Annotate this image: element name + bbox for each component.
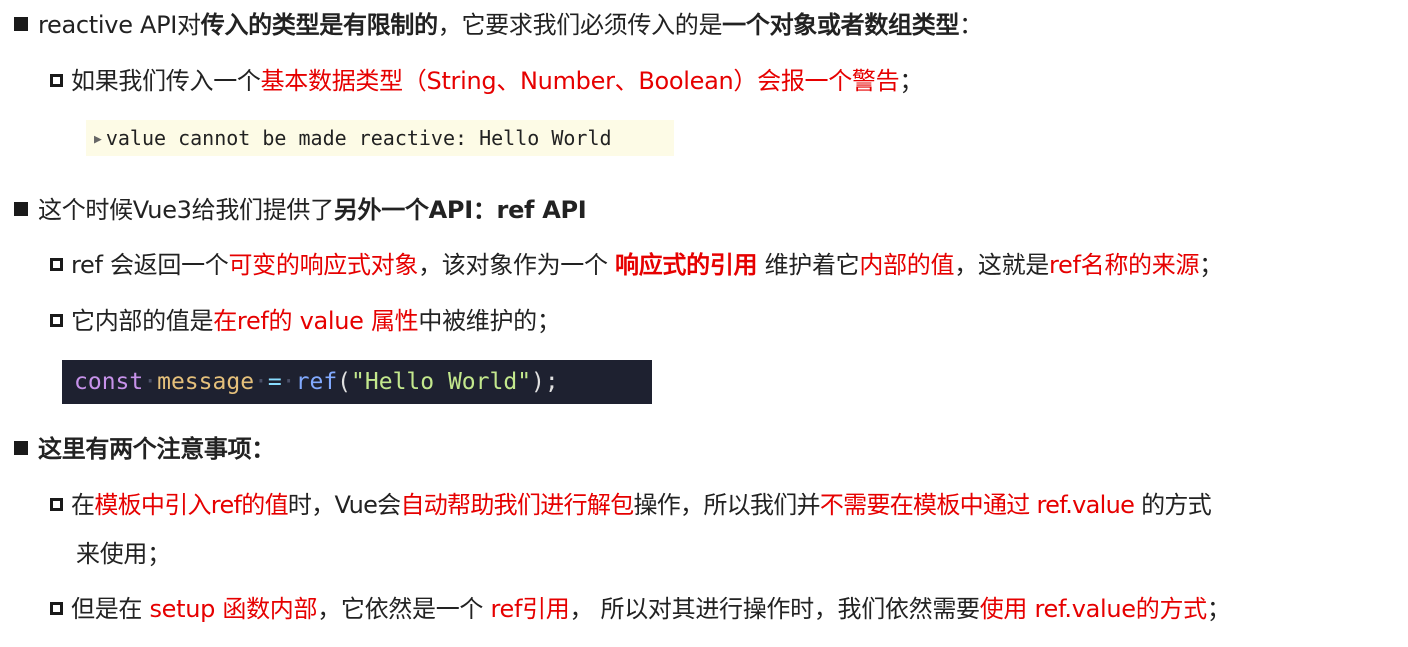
text: 如果我们传入一个 — [71, 67, 261, 95]
expand-triangle-icon[interactable]: ▶ — [94, 132, 102, 147]
section3-item1: 在模板中引入ref的值时，Vue会自动帮助我们进行解包操作，所以我们并不需要在模… — [50, 488, 1212, 522]
section3-item1-continuation: 来使用； — [76, 537, 171, 571]
bold-text: 传入的类型是有限制的 — [200, 11, 438, 39]
section2-item1: ref 会返回一个可变的响应式对象，该对象作为一个 响应式的引用 维护着它内部的… — [50, 248, 1223, 282]
code-paren: ( — [337, 369, 352, 395]
text: ， 所以对其进行操作时，我们依然需要 — [569, 595, 981, 623]
text: 这个时候Vue3给我们提供了 — [38, 196, 334, 224]
text: ； — [899, 67, 924, 95]
text: 时，Vue会 — [287, 491, 401, 519]
text: 的方式 — [1134, 491, 1212, 519]
text: ref 会返回一个 — [71, 251, 229, 279]
highlight-text: 基本数据类型（String、Number、Boolean）会报一个警告 — [260, 67, 900, 95]
text: 维护着它 — [757, 251, 860, 279]
text: ，它依然是一个 — [317, 595, 491, 623]
text: 来使用； — [76, 540, 171, 568]
bold-text: 一个对象或者数组类型 — [722, 11, 960, 39]
text: ： — [959, 11, 983, 39]
warning-message: value cannot be made reactive: Hello Wor… — [105, 126, 612, 150]
section3-title: 这里有两个注意事项： — [14, 432, 275, 466]
code-close: ); — [531, 369, 559, 395]
square-bullet-icon — [14, 17, 28, 31]
code-operator: = — [267, 369, 282, 395]
warning-code-block: ▶ value cannot be made reactive: Hello Wo… — [86, 120, 674, 156]
highlight-text: ref引用 — [490, 595, 570, 623]
text: ； — [1206, 595, 1231, 623]
section1-title: reactive API对传入的类型是有限制的，它要求我们必须传入的是一个对象或… — [14, 8, 983, 42]
text: reactive API对 — [38, 11, 201, 39]
square-bullet-icon — [14, 202, 28, 216]
highlight-text: 不需要在模板中通过 ref.value — [819, 491, 1135, 519]
text: ，这就是 — [954, 251, 1049, 279]
highlight-bold-text: 响应式的引用 — [615, 251, 758, 279]
hollow-square-bullet-icon — [50, 258, 63, 271]
section2-item2: 它内部的值是在ref的 value 属性中被维护的； — [50, 304, 561, 338]
code-keyword: const — [74, 369, 144, 395]
ref-code-block: const·message·=·ref("Hello World"); — [62, 360, 652, 404]
bold-text: 这里有两个注意事项： — [38, 435, 275, 463]
hollow-square-bullet-icon — [50, 498, 63, 511]
text: ； — [1199, 251, 1223, 279]
highlight-text: 在ref的 value 属性 — [213, 307, 419, 335]
section2-title: 这个时候Vue3给我们提供了另外一个API：ref API — [14, 193, 587, 227]
text: 中被维护的； — [418, 307, 561, 335]
hollow-square-bullet-icon — [50, 314, 63, 327]
highlight-text: 使用 ref.value的方式 — [979, 595, 1207, 623]
text: 操作，所以我们并 — [633, 491, 820, 519]
highlight-text: 内部的值 — [859, 251, 955, 279]
text: ，该对象作为一个 — [418, 251, 616, 279]
code-variable: message — [157, 369, 255, 395]
highlight-text: 模板中引入ref的值 — [94, 491, 288, 519]
code-function: ref — [295, 369, 338, 395]
highlight-text: 可变的响应式对象 — [228, 251, 419, 279]
hollow-square-bullet-icon — [50, 602, 63, 615]
text: 但是在 — [71, 595, 150, 623]
section1-item1: 如果我们传入一个基本数据类型（String、Number、Boolean）会报一… — [50, 64, 923, 98]
text: 在 — [71, 491, 95, 519]
hollow-square-bullet-icon — [50, 74, 63, 87]
bold-text: 另外一个API：ref API — [333, 196, 587, 224]
highlight-text: ref名称的来源 — [1049, 251, 1200, 279]
highlight-text: setup 函数内部 — [149, 595, 318, 623]
section3-item2: 但是在 setup 函数内部，它依然是一个 ref引用， 所以对其进行操作时，我… — [50, 592, 1231, 626]
text: 它内部的值是 — [71, 307, 214, 335]
text: ，它要求我们必须传入的是 — [437, 11, 723, 39]
square-bullet-icon — [14, 441, 28, 455]
code-string: "Hello World" — [351, 369, 532, 395]
highlight-text: 自动帮助我们进行解包 — [400, 491, 634, 519]
